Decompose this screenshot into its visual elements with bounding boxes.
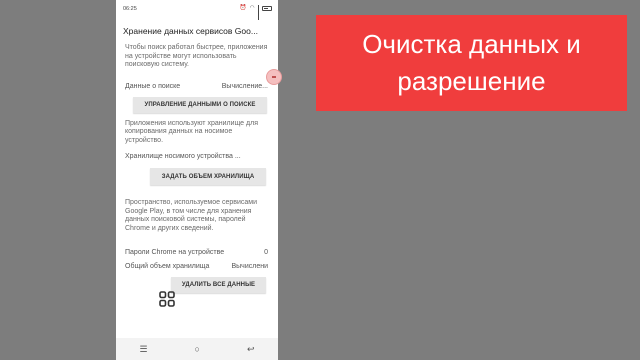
menu-nav-icon[interactable]: ☰ xyxy=(139,344,147,355)
storage-description: Пространство, используемое сервисами Goo… xyxy=(125,199,257,232)
total-storage-label: Общий объем хранилища xyxy=(125,263,210,270)
search-data-label: Данные о поиске xyxy=(125,83,181,90)
total-storage-row: Общий объем хранилища Вычислени xyxy=(125,263,268,270)
total-storage-value: Вычислени xyxy=(231,263,268,270)
navigation-bar: ☰ ○ ↩ xyxy=(116,338,278,360)
back-nav-icon[interactable]: ↩ xyxy=(247,344,255,355)
banner-line-2: разрешение xyxy=(397,66,546,96)
phone-screen: 06:25 ⏰ ◠ Хранение данных сервисов Goo..… xyxy=(116,0,278,360)
signal-icon xyxy=(257,5,259,20)
status-time: 06:25 xyxy=(123,6,137,12)
chrome-passwords-row: Пароли Chrome на устройстве 0 xyxy=(125,249,268,256)
status-bar: 06:25 ⏰ ◠ xyxy=(116,0,278,20)
title-banner: Очистка данных и разрешение xyxy=(316,15,627,111)
search-data-row: Данные о поиске Вычисление... xyxy=(125,83,268,90)
status-icons: ⏰ ◠ xyxy=(239,5,272,20)
wearable-description: Приложения используют хранилище для копи… xyxy=(125,120,258,144)
apps-grid-icon[interactable] xyxy=(159,291,175,307)
wearable-storage-label: Хранилище носимого устройства ... xyxy=(125,153,241,160)
banner-line-1: Очистка данных и xyxy=(362,29,581,59)
manage-search-data-button[interactable]: УПРАВЛЕНИЕ ДАННЫМИ О ПОИСКЕ xyxy=(133,97,267,113)
set-storage-size-button[interactable]: ЗАДАТЬ ОБЪЕМ ХРАНИЛИЩА xyxy=(150,168,266,185)
search-description-text: Чтобы поиск работал быстрее, приложения … xyxy=(125,44,268,69)
home-nav-icon[interactable]: ○ xyxy=(195,344,200,354)
battery-icon xyxy=(262,5,272,11)
search-description: Чтобы поиск работал быстрее, приложения … xyxy=(125,44,271,70)
floating-handle-icon[interactable] xyxy=(267,70,281,84)
page-title: Хранение данных сервисов Goo... xyxy=(123,26,258,36)
alarm-icon: ⏰ xyxy=(239,5,247,11)
wearable-storage-row: Хранилище носимого устройства ... xyxy=(125,153,268,160)
search-data-value: Вычисление... xyxy=(221,83,268,90)
chrome-passwords-label: Пароли Chrome на устройстве xyxy=(125,249,225,256)
wifi-icon: ◠ xyxy=(249,5,255,11)
delete-all-data-button[interactable]: УДАЛИТЬ ВСЕ ДАННЫЕ xyxy=(171,277,266,293)
chrome-passwords-value: 0 xyxy=(264,249,268,256)
